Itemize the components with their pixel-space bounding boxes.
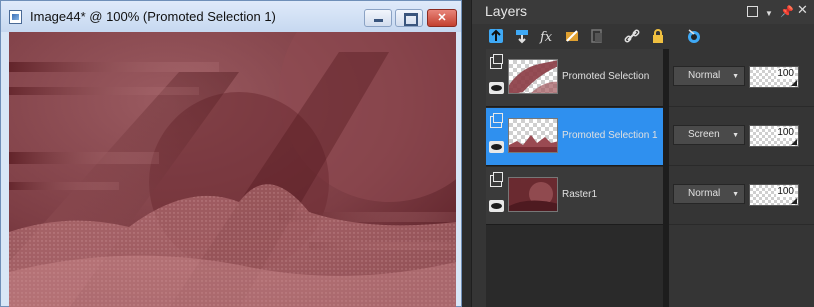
opacity-value: 100 [776,68,795,79]
layer-properties-row: Screen ▼ 100 [669,108,814,166]
svg-text:fx: fx [539,30,553,44]
blend-mode-select[interactable]: Normal ▼ [673,184,745,204]
layer-type-icon [490,172,503,187]
opacity-field[interactable]: 100 [749,184,799,206]
opacity-value: 100 [776,186,795,197]
layers-header[interactable]: Layers ▼ 📌 ✕ [472,0,814,24]
layer-name: Promoted Selection 1 [562,130,658,141]
close-button[interactable]: ✕ [427,9,457,27]
new-raster-layer-icon[interactable] [486,26,506,46]
opacity-slider-indicator [791,198,797,204]
layer-name: Raster1 [562,189,598,200]
layer-row-promoted-selection[interactable]: Promoted Selection [486,49,663,107]
layers-panel: Layers ▼ 📌 ✕ fx Promoted Selection Promo… [471,0,814,307]
blend-mode-value: Normal [688,70,721,81]
canvas-artwork [9,32,456,307]
layers-toolbar: fx [472,24,814,50]
restore-icon[interactable] [747,6,758,17]
layer-properties-row: Normal ▼ 100 [669,49,814,107]
eye-icon[interactable] [489,82,504,94]
layer-row-promoted-selection-1[interactable]: Promoted Selection 1 [486,108,663,166]
layer-type-icon [490,54,503,69]
blend-mode-value: Screen [688,129,720,140]
duplicate-layer-icon[interactable] [587,26,607,46]
opacity-value: 100 [776,127,795,138]
layer-name: Promoted Selection [562,71,650,82]
visibility-toggle-icon[interactable] [684,26,704,46]
new-adjustment-layer-icon[interactable] [562,26,582,46]
layer-properties-row: Normal ▼ 100 [669,167,814,225]
close-icon[interactable]: ✕ [797,3,808,16]
opacity-slider-indicator [791,139,797,145]
chevron-down-icon: ▼ [732,191,739,198]
image-title: Image44* @ 100% (Promoted Selection 1) [30,9,276,24]
minimize-button[interactable] [364,9,392,27]
layers-title: Layers [485,3,528,19]
layer-thumbnail [508,118,558,153]
layer-row-raster1[interactable]: Raster1 [486,167,663,225]
new-mask-layer-icon[interactable]: fx [536,26,556,46]
chevron-down-icon: ▼ [732,73,739,80]
image-canvas[interactable] [9,32,456,307]
lock-icon[interactable] [648,26,668,46]
image-titlebar[interactable]: Image44* @ 100% (Promoted Selection 1) ✕ [1,1,461,32]
blend-mode-value: Normal [688,188,721,199]
blend-mode-select[interactable]: Normal ▼ [673,66,745,86]
blend-mode-select[interactable]: Screen ▼ [673,125,745,145]
image-window: Image44* @ 100% (Promoted Selection 1) ✕ [0,0,462,307]
opacity-slider-indicator [791,80,797,86]
document-icon [9,10,22,24]
eye-icon[interactable] [489,200,504,212]
new-vector-layer-icon[interactable] [512,26,532,46]
layer-type-icon [490,113,503,128]
maximize-button[interactable] [395,9,423,27]
layer-thumbnail [508,59,558,94]
dropdown-icon[interactable]: ▼ [765,8,773,20]
chevron-down-icon: ▼ [732,132,739,139]
pin-icon[interactable]: 📌 [780,6,794,18]
link-icon[interactable] [622,26,642,46]
layer-list: Promoted Selection Promoted Selection 1 … [486,49,663,307]
eye-icon[interactable] [489,141,504,153]
opacity-field[interactable]: 100 [749,125,799,147]
opacity-field[interactable]: 100 [749,66,799,88]
layer-thumbnail [508,177,558,212]
layer-properties: Normal ▼ 100 Screen ▼ 100 Normal ▼ 100 [669,49,814,307]
